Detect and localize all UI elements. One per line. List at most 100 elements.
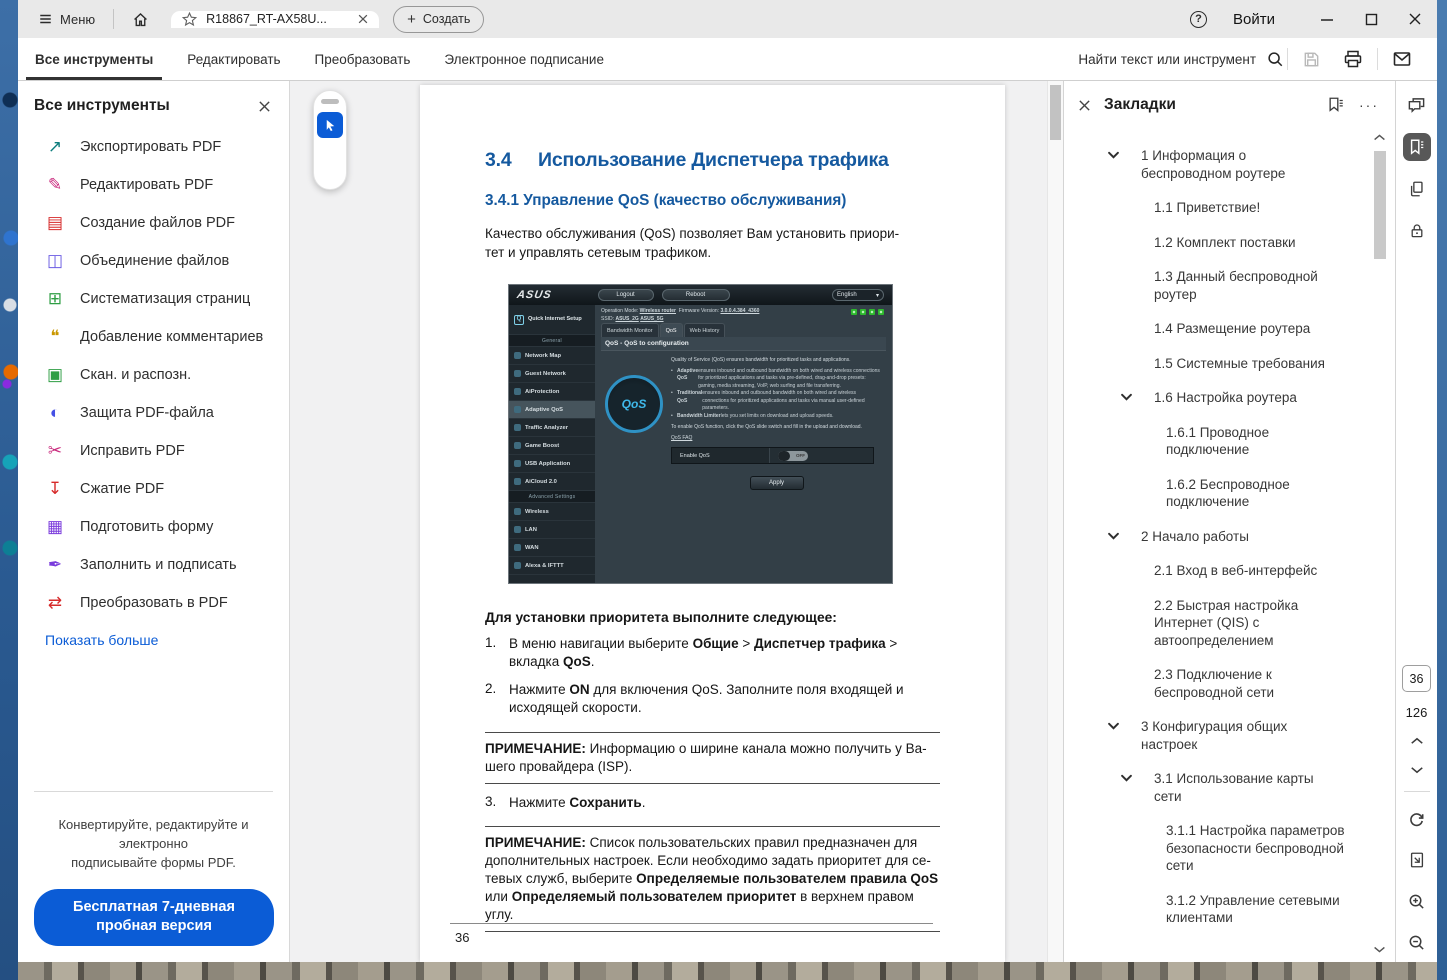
tool-item[interactable]: ◫ Объединение файлов [18,242,289,280]
tool-item[interactable]: ▦ Подготовить форму [18,508,289,546]
bookmark-item[interactable]: 1 Информация о беспроводном роутере [1080,147,1365,182]
tool-icon: ◫ [46,251,64,270]
bookmark-item[interactable]: 2 Начало работы [1080,528,1365,546]
next-page-button[interactable] [1403,762,1431,778]
tool-item[interactable]: ❝ Добавление комментариев [18,318,289,356]
note-block: ПРИМЕЧАНИЕ: Список пользовательских прав… [485,826,940,932]
bookmarks-title: Закладки [1104,96,1176,113]
zoom-in-button[interactable] [1403,887,1431,915]
tool-item[interactable]: ✒ Заполнить и подписать [18,546,289,584]
toolbar-tab[interactable]: Все инструменты [18,38,170,80]
bookmarks-close-icon[interactable] [1078,99,1091,112]
bookmark-item[interactable]: 1.6 Настройка роутера [1080,389,1365,407]
ssid-2g-value: ASUS_2G [615,316,639,322]
bookmark-label: 1.5 Системные требования [1154,355,1325,371]
tool-item[interactable]: ⇄ Преобразовать в PDF [18,584,289,622]
save-icon[interactable] [1291,38,1332,80]
toolbar-tab[interactable]: Редактировать [170,38,297,80]
tools-panel-close-icon[interactable] [258,100,271,113]
tool-item[interactable]: ▤ Создание файлов PDF [18,204,289,242]
signin-button[interactable]: Войти [1233,11,1275,28]
pages-panel-button[interactable] [1403,175,1431,203]
zoom-out-button[interactable] [1403,928,1431,956]
find-tool-button[interactable]: Найти текст или инструмент [1078,38,1284,80]
chevron-down-icon[interactable] [1108,147,1141,182]
maximize-button[interactable] [1349,0,1393,38]
chevron-down-icon[interactable] [1108,718,1141,753]
bookmark-item[interactable]: 3 Конфигурация общих настроек [1080,718,1365,753]
page-number-input[interactable]: 36 [1402,665,1431,692]
toolbar-tab[interactable]: Электронное подписание [427,38,621,80]
star-icon[interactable] [181,11,198,28]
chevron-down-icon[interactable] [1121,770,1154,805]
tool-item[interactable]: ✂ Исправить PDF [18,432,289,470]
tool-item[interactable]: ▣ Скан. и распозн. [18,356,289,394]
minimize-button[interactable] [1305,0,1349,38]
print-icon[interactable] [1332,38,1374,80]
fit-page-button[interactable] [1403,846,1431,874]
bookmark-label: 2.2 Быстрая настройка Интернет (QIS) с а… [1154,597,1299,648]
tool-item[interactable]: ↗ Экспортировать PDF [18,128,289,166]
bookmark-item[interactable]: 3.1.1 Настройка параметров безопасности … [1080,822,1365,875]
bookmark-item[interactable]: 3.1.2 Управление сетевыми клиентами [1080,892,1365,927]
tab-close-icon[interactable] [357,13,369,25]
chevron-down-icon[interactable] [1121,389,1154,407]
close-button[interactable] [1393,0,1437,38]
bookmark-item[interactable]: 1.3 Данный беспроводной роутер [1080,268,1365,303]
bookmark-item[interactable]: 1.6.2 Беспроводное подключение [1080,476,1365,511]
tool-item[interactable]: ◐ Защита PDF-файла [18,394,289,432]
tool-icon: ⊞ [47,289,63,308]
bookmarks-panel: Закладки ··· 1 Информация о беспроводном… [1063,81,1395,962]
router-bullet: Adaptive QoS ensures inbound and outboun… [671,368,882,391]
options-icon[interactable]: ··· [1359,97,1379,113]
tool-item[interactable]: ⊞ Систематизация страниц [18,280,289,318]
add-bookmark-icon[interactable] [1327,96,1345,114]
tool-item[interactable]: ✎ Редактировать PDF [18,166,289,204]
rotate-page-button[interactable] [1403,805,1431,833]
tool-item-label: Редактировать PDF [80,177,214,193]
bookmark-item[interactable]: 1.2 Комплект поставки [1080,234,1365,252]
email-icon[interactable] [1381,38,1423,80]
bookmark-item[interactable]: 1.4 Размещение роутера [1080,320,1365,338]
bookmark-item[interactable]: 1.6.1 Проводное подключение [1080,424,1365,459]
toolbar-tab[interactable]: Преобразовать [298,38,428,80]
bookmark-item[interactable]: 3.1 Использование карты сети [1080,770,1365,805]
document-view[interactable]: 3.4 Использование Диспетчера трафика 3.4… [290,81,1063,962]
document-tab[interactable]: R18867_RT-AX58U... [171,10,380,28]
home-button[interactable] [120,11,161,28]
security-panel-button[interactable] [1403,217,1431,245]
page-footer-rule [450,923,933,924]
chevron-down-icon[interactable] [1108,528,1141,546]
scrollbar-thumb[interactable] [1050,85,1061,140]
bookmark-item[interactable]: 1.5 Системные требования [1080,355,1365,373]
document-scrollbar[interactable] [1047,81,1063,962]
drag-handle[interactable] [321,99,339,104]
previous-page-button[interactable] [1403,733,1431,749]
bookmark-label: 2 Начало работы [1141,528,1249,544]
title-bar: Меню R18867_RT-AX58U... + Создать ? Войт… [18,0,1437,38]
bookmark-item[interactable]: 1.1 Приветствие! [1080,199,1365,217]
help-icon[interactable]: ? [1190,10,1208,28]
scroll-up-icon[interactable] [1373,133,1386,142]
bookmark-item[interactable]: 2.1 Вход в веб-интерфейс [1080,562,1365,580]
divider [1287,48,1288,70]
comments-panel-button[interactable] [1403,91,1431,119]
create-tab-button[interactable]: + Создать [393,5,485,33]
tool-item[interactable]: ↧ Сжатие PDF [18,470,289,508]
bookmarks-scrollbar[interactable] [1372,133,1388,954]
section-number: 3.4 [485,149,512,171]
menu-button[interactable]: Меню [18,12,107,27]
router-status-icons [851,309,884,315]
select-tool-button[interactable] [317,112,343,138]
bookmark-item[interactable]: 2.2 Быстрая настройка Интернет (QIS) с а… [1080,597,1365,650]
scroll-down-icon[interactable] [1373,945,1386,954]
trial-button[interactable]: Бесплатная 7-дневная пробная версия [34,888,274,946]
tool-item-label: Заполнить и подписать [80,557,237,573]
scrollbar-thumb[interactable] [1374,151,1386,259]
bookmark-item[interactable]: 2.3 Подключение к беспроводной сети [1080,666,1365,701]
show-more-link[interactable]: Показать больше [18,622,289,648]
router-screenshot: ASUS Logout Reboot English ▾ Q Quick Inte… [508,284,893,584]
pdf-page[interactable]: 3.4 Использование Диспетчера трафика 3.4… [420,85,1005,962]
bookmarks-panel-button[interactable] [1402,133,1431,161]
router-sidebar-item: Alexa & IFTTT [509,557,595,575]
